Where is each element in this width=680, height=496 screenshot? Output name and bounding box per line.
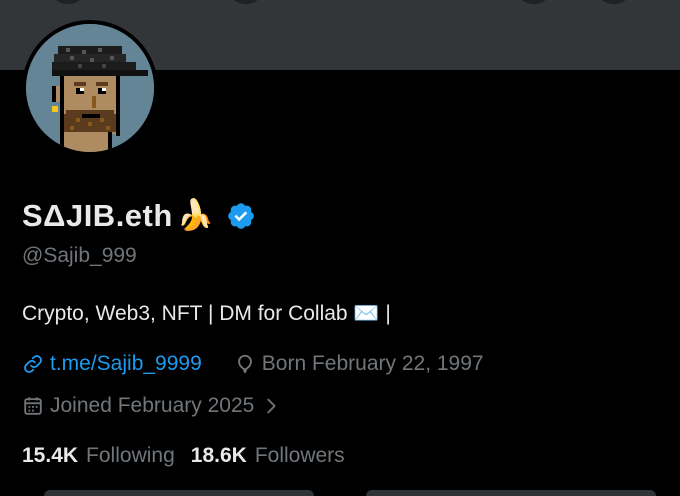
following-count: 15.4K	[22, 444, 79, 467]
display-name-text: SΔJIB.eth	[22, 198, 173, 233]
profile-handle: @Sajib_999	[22, 244, 137, 267]
avatar-image	[26, 24, 154, 152]
birthday: Born February 22, 1997	[234, 352, 484, 376]
banner-edge	[54, 0, 82, 4]
follow-stats: 15.4K Following 18.6K Followers	[22, 444, 345, 468]
following-label: Following	[86, 444, 175, 467]
calendar-icon	[22, 395, 44, 417]
joined-date: Joined February 2025	[22, 394, 282, 418]
verified-badge-icon[interactable]	[226, 201, 256, 231]
balloon-icon	[234, 353, 256, 375]
next-section-edge	[44, 490, 314, 496]
profile-page: SΔJIB.eth 🍌 @Sajib_999 Crypto, Web3, NFT…	[0, 0, 680, 496]
banner-edge	[232, 0, 260, 4]
next-section-edge	[366, 490, 656, 496]
banner-edge	[600, 0, 628, 4]
display-name: SΔJIB.eth 🍌	[22, 196, 256, 236]
joined-row: Joined February 2025	[22, 394, 282, 418]
joined-text: Joined February 2025	[50, 394, 255, 417]
profile-link[interactable]: t.me/Sajib_9999	[22, 352, 202, 376]
avatar[interactable]	[22, 20, 158, 156]
followers-link[interactable]: 18.6K Followers	[191, 444, 345, 468]
following-link[interactable]: 15.4K Following	[22, 444, 175, 468]
profile-link-text[interactable]: t.me/Sajib_9999	[50, 352, 202, 376]
followers-label: Followers	[254, 444, 345, 467]
chevron-right-icon[interactable]	[260, 395, 282, 417]
profile-bio: Crypto, Web3, NFT | DM for Collab ✉️ |	[22, 302, 391, 325]
birthday-text: Born February 22, 1997	[261, 352, 484, 375]
banana-emoji: 🍌	[176, 199, 215, 232]
followers-count: 18.6K	[190, 444, 247, 467]
banner-edge	[520, 0, 548, 4]
link-icon	[22, 353, 44, 375]
profile-meta-row: t.me/Sajib_9999 Born February 22, 1997	[22, 352, 484, 376]
